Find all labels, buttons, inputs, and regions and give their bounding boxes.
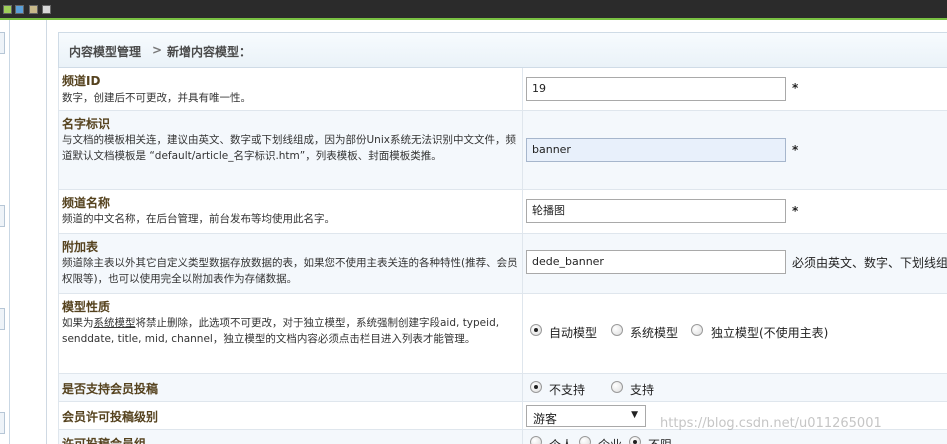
field-description: 频道的中文名称，在后台管理，前台发布等均使用此名字。 (62, 213, 335, 225)
collapsed-sidebar (0, 20, 10, 444)
breadcrumb-parent[interactable]: 内容模型管理 (69, 43, 141, 60)
form-row-model-type: 模型性质 如果为系统模型将禁止删除，此选项不可更改，对于独立模型，系统强制创建字… (58, 294, 947, 374)
radio-auto-model[interactable] (530, 324, 542, 336)
field-label: 附加表 (62, 240, 99, 254)
radio-enterprise[interactable] (579, 436, 591, 444)
field-label: 会员许可投稿级别 (62, 410, 159, 424)
radio-unlimited[interactable] (629, 436, 641, 444)
radio-personal[interactable] (530, 436, 542, 444)
field-label: 频道名称 (62, 196, 111, 210)
left-gutter (11, 20, 46, 444)
field-description: 频道除主表以外其它自定义类型数据存放数据的表，如果您不使用主表关连的各种特性(推… (62, 257, 518, 285)
field-label: 频道ID (62, 74, 101, 88)
field-label: 是否支持会员投稿 (62, 382, 159, 396)
breadcrumb: 内容模型管理 > 新增内容模型： (58, 32, 947, 68)
field-label: 名字标识 (62, 117, 111, 131)
radio-label: 不支持 (549, 383, 586, 397)
radio-label: 企业 (598, 436, 622, 444)
field-description: 与文档的模板相关连，建议由英文、数字或下划线组成，因为部份Unix系统无法识别中… (62, 134, 516, 162)
blue-window-icon[interactable] (15, 5, 24, 14)
tan-window-icon[interactable] (29, 5, 38, 14)
radio-independent-model[interactable] (691, 324, 703, 336)
radio-not-support[interactable] (530, 381, 542, 393)
field-description: 如果为系统模型将禁止删除，此选项不可更改，对于独立模型，系统强制创建字段aid,… (62, 315, 518, 347)
green-window-icon[interactable] (3, 5, 12, 14)
radio-label: 支持 (630, 383, 655, 397)
required-mark: * (792, 204, 799, 218)
name-id-input[interactable]: banner (526, 138, 786, 162)
radio-support[interactable] (611, 381, 623, 393)
select-value: 游客 (533, 412, 558, 426)
radio-label: 个人 (549, 436, 573, 444)
form-row-name-id: 名字标识 与文档的模板相关连，建议由英文、数字或下划线组成，因为部份Unix系统… (58, 111, 947, 190)
form-row-member-group: 许可投稿会员组 个人 企业 不限 (58, 430, 947, 444)
channel-id-input[interactable]: 19 (526, 77, 786, 101)
sidebar-tab[interactable] (0, 205, 5, 227)
member-level-select[interactable]: 游客 ▼ (526, 405, 646, 427)
desc-text: 如果为 (62, 317, 94, 329)
form-row-channel-name: 频道名称 频道的中文名称，在后台管理，前台发布等均使用此名字。 轮播图 * (58, 190, 947, 234)
system-model-link[interactable]: 系统模型 (94, 317, 136, 329)
form-row-addon-table: 附加表 频道除主表以外其它自定义类型数据存放数据的表，如果您不使用主表关连的各种… (58, 234, 947, 294)
dropdown-arrow-icon: ▼ (631, 410, 638, 420)
form-row-member-submit: 是否支持会员投稿 不支持 支持 (58, 374, 947, 402)
sidebar-tab[interactable] (0, 32, 5, 54)
field-description: 数字，创建后不可更改，并具有唯一性。 (62, 92, 251, 104)
form-row-channel-id: 频道ID 数字，创建后不可更改，并具有唯一性。 19 * (58, 68, 947, 111)
radio-label: 独立模型(不使用主表) (711, 326, 829, 340)
required-mark: * (792, 81, 799, 95)
top-toolbar (0, 0, 947, 20)
field-label: 许可投稿会员组 (62, 437, 147, 444)
channel-name-input[interactable]: 轮播图 (526, 199, 786, 223)
radio-label: 不限 (648, 436, 672, 444)
breadcrumb-separator: > (152, 43, 163, 57)
required-mark: * (792, 143, 799, 157)
sidebar-tab[interactable] (0, 308, 5, 330)
watermark-text: https://blog.csdn.net/u011265001 (660, 416, 882, 431)
field-label: 模型性质 (62, 300, 111, 314)
radio-label: 自动模型 (549, 326, 598, 340)
addon-table-input[interactable]: dede_banner (526, 250, 786, 274)
main-panel: 内容模型管理 > 新增内容模型： 频道ID 数字，创建后不可更改，并具有唯一性。… (46, 20, 947, 444)
sidebar-tab[interactable] (0, 412, 5, 434)
radio-label: 系统模型 (630, 326, 679, 340)
breadcrumb-current: 新增内容模型： (167, 45, 252, 59)
radio-system-model[interactable] (611, 324, 623, 336)
field-hint: 必须由英文、数字、下划线组 (792, 256, 947, 270)
gray-window-icon[interactable] (42, 5, 51, 14)
